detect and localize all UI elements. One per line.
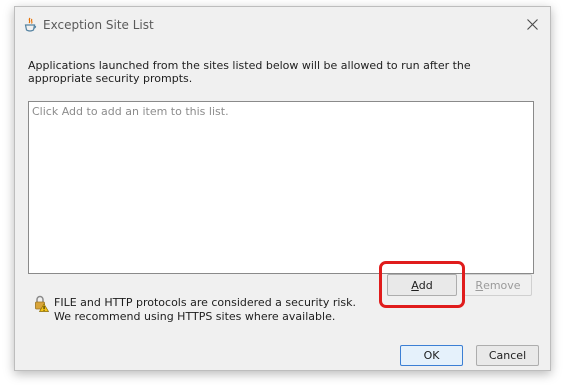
close-icon xyxy=(526,18,538,30)
description-text: Applications launched from the sites lis… xyxy=(28,59,471,85)
warning-line-1: FILE and HTTP protocols are considered a… xyxy=(54,296,357,309)
window-title: Exception Site List xyxy=(43,18,154,32)
add-label-rest: dd xyxy=(418,278,433,292)
java-icon xyxy=(22,17,38,33)
add-button[interactable]: Add xyxy=(387,274,457,296)
ok-button[interactable]: OK xyxy=(400,345,463,366)
lock-warning-icon xyxy=(33,294,50,312)
exception-site-list-dialog: Exception Site List Applications launche… xyxy=(14,6,551,371)
remove-label-rest: emove xyxy=(483,278,521,292)
cancel-button[interactable]: Cancel xyxy=(476,345,539,366)
warning-line-2: We recommend using HTTPS sites where ava… xyxy=(54,310,336,323)
close-button[interactable] xyxy=(518,11,546,37)
remove-mnemonic: R xyxy=(475,278,484,292)
exception-site-listbox[interactable]: Click Add to add an item to this list. xyxy=(28,101,534,274)
title-bar: Exception Site List xyxy=(15,7,550,41)
remove-button[interactable]: Remove xyxy=(464,274,532,296)
security-warning: FILE and HTTP protocols are considered a… xyxy=(54,296,356,324)
list-placeholder: Click Add to add an item to this list. xyxy=(32,105,229,118)
add-mnemonic: A xyxy=(411,278,419,292)
